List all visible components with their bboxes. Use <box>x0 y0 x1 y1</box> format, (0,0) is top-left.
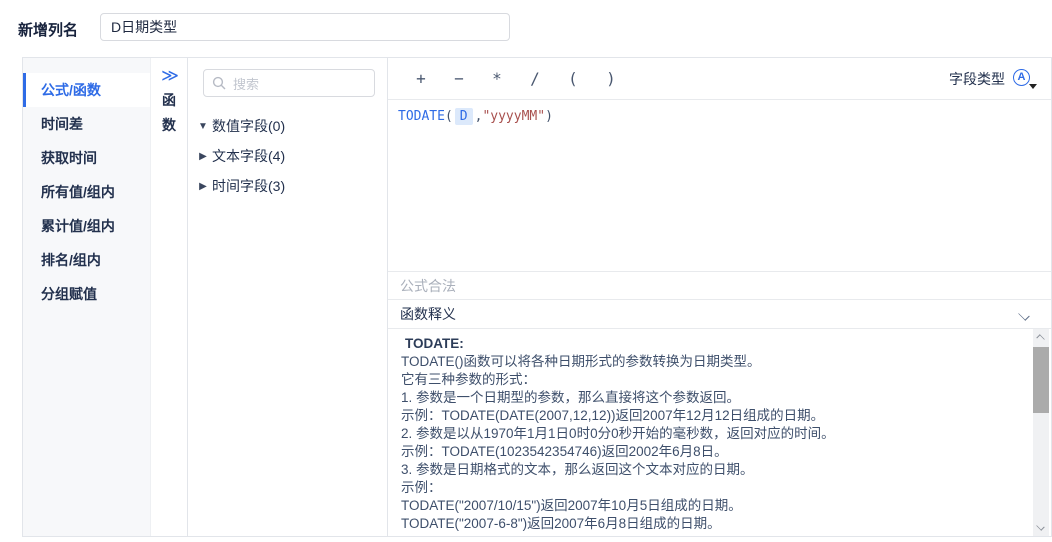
open-paren-button[interactable]: ( <box>560 69 586 88</box>
tree-group-label: 文本字段(4) <box>212 148 286 164</box>
sidebar-item-rank-in-group[interactable]: 排名/组内 <box>23 243 150 277</box>
field-type-control: 字段类型 A <box>949 68 1037 89</box>
divide-operator-button[interactable]: / <box>522 69 548 88</box>
sidebar-item-time-diff[interactable]: 时间差 <box>23 107 150 141</box>
operator-toolbar: + − * / ( ) 字段类型 A <box>388 58 1051 100</box>
sidebar-item-label: 累计值/组内 <box>41 218 115 234</box>
formula-validity-row: 公式合法 <box>388 271 1051 299</box>
search-placeholder: 搜索 <box>233 76 260 92</box>
formula-string-token: "yyyyMM" <box>482 109 546 124</box>
field-type-label: 字段类型 <box>949 70 1005 87</box>
sidebar-item-label: 公式/函数 <box>41 82 101 98</box>
formula-valid-status: 公式合法 <box>400 277 456 294</box>
close-paren-button[interactable]: ) <box>598 69 624 88</box>
doc-line: TODATE: <box>405 336 464 351</box>
formula-function-token: TODATE <box>398 109 445 124</box>
tree-group-label: 时间字段(3) <box>212 178 286 194</box>
tree-group-numeric-fields[interactable]: ▼ 数值字段(0) <box>188 111 387 141</box>
column-type-sidebar: 公式/函数 时间差 获取时间 所有值/组内 累计值/组内 排名/组内 分组赋值 <box>23 58 151 536</box>
doc-line: 3. 参数是日期格式的文本，那么返回这个文本对应的日期。 <box>401 462 754 477</box>
sidebar-item-label: 排名/组内 <box>41 252 101 268</box>
scrollbar-thumb[interactable] <box>1033 347 1049 413</box>
new-column-name-input[interactable] <box>100 13 510 41</box>
doc-line: 示例： <box>401 480 442 495</box>
function-doc-body: TODATE: TODATE()函数可以将各种日期形式的参数转换为日期类型。 它… <box>388 328 1051 536</box>
doc-line: 它有三种参数的形式： <box>401 372 536 387</box>
sidebar-item-get-time[interactable]: 获取时间 <box>23 141 150 175</box>
search-icon <box>212 76 226 90</box>
tree-group-time-fields[interactable]: ▶ 时间字段(3) <box>188 171 387 201</box>
function-collapse-column: ≫ 函 数 <box>151 58 188 536</box>
sidebar-item-formula-function[interactable]: 公式/函数 <box>23 73 150 107</box>
tree-group-text-fields[interactable]: ▶ 文本字段(4) <box>188 141 387 171</box>
chevron-down-icon[interactable] <box>1019 308 1031 320</box>
fields-panel: 搜索 ▼ 数值字段(0) ▶ 文本字段(4) ▶ 时间字段(3) <box>188 58 388 536</box>
new-column-topbar: 新增列名 <box>0 0 1052 57</box>
formula-paren: ( <box>444 109 453 124</box>
sidebar-item-label: 时间差 <box>41 116 83 132</box>
formula-field-token[interactable]: D <box>454 108 473 125</box>
doc-line: TODATE()函数可以将各种日期形式的参数转换为日期类型。 <box>401 354 761 369</box>
sidebar-item-group-assign[interactable]: 分组赋值 <box>23 277 150 311</box>
minus-operator-button[interactable]: − <box>446 69 472 88</box>
sidebar-item-label: 所有值/组内 <box>41 184 115 200</box>
tree-expand-icon[interactable]: ▶ <box>196 151 210 162</box>
formula-editor-column: + − * / ( ) 字段类型 A TODATE(D ,"yyyyMM") 公式… <box>388 58 1051 536</box>
sidebar-item-label: 获取时间 <box>41 150 97 166</box>
doc-scrollbar[interactable] <box>1033 329 1049 536</box>
sidebar-item-cumulative-in-group[interactable]: 累计值/组内 <box>23 209 150 243</box>
multiply-operator-button[interactable]: * <box>484 69 510 88</box>
sidebar-item-label: 分组赋值 <box>41 286 97 302</box>
text-type-a-icon: A <box>1013 68 1030 86</box>
field-tree: ▼ 数值字段(0) ▶ 文本字段(4) ▶ 时间字段(3) <box>188 111 387 201</box>
doc-line: 1. 参数是一个日期型的参数，那么直接将这个参数返回。 <box>401 390 741 405</box>
sidebar-item-all-values-in-group[interactable]: 所有值/组内 <box>23 175 150 209</box>
doc-line: 示例：TODATE(DATE(2007,12,12))返回2007年12月12日… <box>401 408 825 423</box>
scroll-up-arrow-icon[interactable] <box>1033 329 1049 345</box>
doc-line: TODATE("2007/10/15")返回2007年10月5日组成的日期。 <box>401 498 742 513</box>
function-doc-title: 函数释义 <box>400 306 456 322</box>
vertical-label-char: 函 <box>162 92 176 108</box>
tree-expand-icon[interactable]: ▶ <box>196 181 210 192</box>
vertical-label-char: 数 <box>162 117 176 133</box>
tree-expand-icon[interactable]: ▼ <box>196 121 210 132</box>
new-column-name-label: 新增列名 <box>18 22 79 39</box>
collapse-chevrons-icon[interactable]: ≫ <box>161 66 179 86</box>
scroll-down-arrow-icon[interactable] <box>1033 520 1049 536</box>
formula-editor-panel: 公式/函数 时间差 获取时间 所有值/组内 累计值/组内 排名/组内 分组赋值 … <box>22 57 1052 537</box>
field-search-box[interactable]: 搜索 <box>203 69 375 97</box>
field-type-dropdown-button[interactable]: A <box>1013 68 1037 89</box>
formula-paren: ) <box>545 109 553 124</box>
doc-line: 示例：TODATE(1023542354746)返回2002年6月8日。 <box>401 444 728 459</box>
plus-operator-button[interactable]: + <box>408 69 434 88</box>
doc-line: TODATE("2007-6-8")返回2007年6月8日组成的日期。 <box>401 516 721 531</box>
caret-down-icon <box>1029 83 1037 89</box>
formula-input-area[interactable]: TODATE(D ,"yyyyMM") <box>388 100 1051 271</box>
function-doc-header: 函数释义 <box>388 299 1051 328</box>
doc-line: 2. 参数是以从1970年1月1日0时0分0秒开始的毫秒数，返回对应的时间。 <box>401 426 835 441</box>
tree-group-label: 数值字段(0) <box>212 118 286 134</box>
